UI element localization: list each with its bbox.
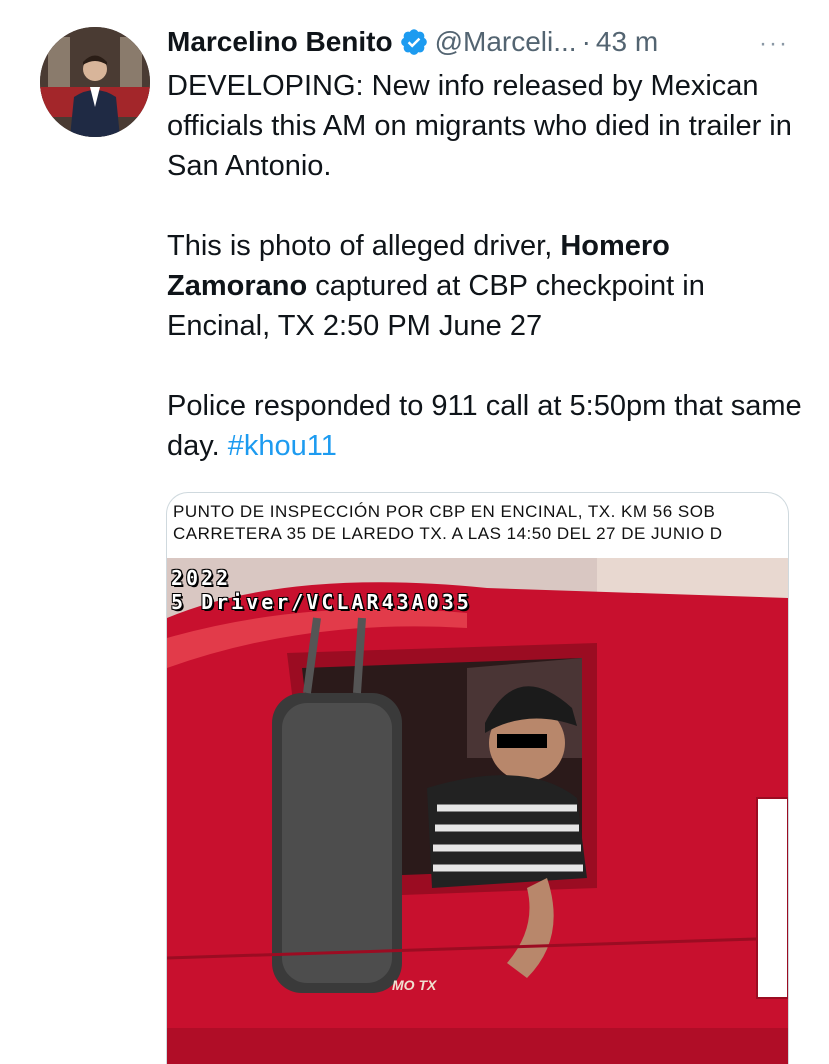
author-avatar[interactable] xyxy=(40,27,150,137)
tweet-paragraph-3: Police responded to 911 call at 5:50pm t… xyxy=(167,386,807,466)
caption-line-1: PUNTO DE INSPECCIÓN POR CBP EN ENCINAL, … xyxy=(173,502,716,521)
tweet-media[interactable]: PUNTO DE INSPECCIÓN POR CBP EN ENCINAL, … xyxy=(166,492,789,1064)
avatar-image xyxy=(40,27,150,137)
camera-overlay-id: 5 Driver/VCLAR43A035 xyxy=(171,590,472,614)
hashtag-link[interactable]: #khou11 xyxy=(228,430,337,462)
tweet-timestamp[interactable]: 43 m xyxy=(596,26,658,58)
truck-photo-image: MO TX xyxy=(167,558,788,1064)
tweet-paragraph-1: DEVELOPING: New info released by Mexican… xyxy=(167,70,792,182)
media-photo: MO TX 2022 5 Driver/VCLAR43A035 xyxy=(167,558,788,1064)
verified-badge-icon xyxy=(399,27,429,57)
tweet-header: Marcelino Benito @Marceli... · 43 m xyxy=(167,22,799,62)
tweet-text: DEVELOPING: New info released by Mexican… xyxy=(167,66,807,466)
header-separator: · xyxy=(581,26,591,57)
caption-line-2: CARRETERA 35 DE LAREDO TX. A LAS 14:50 D… xyxy=(173,524,723,543)
author-handle[interactable]: @Marceli... xyxy=(435,26,577,58)
truck-door-text: MO TX xyxy=(392,977,438,993)
media-caption: PUNTO DE INSPECCIÓN POR CBP EN ENCINAL, … xyxy=(173,501,788,545)
tweet-paragraph-2: This is photo of alleged driver, Homero … xyxy=(167,226,807,346)
p2-text-before: This is photo of alleged driver, xyxy=(167,230,561,262)
author-name[interactable]: Marcelino Benito xyxy=(167,26,393,58)
camera-overlay-year: 2022 xyxy=(171,566,232,590)
more-options-icon[interactable]: ··· xyxy=(759,30,789,58)
